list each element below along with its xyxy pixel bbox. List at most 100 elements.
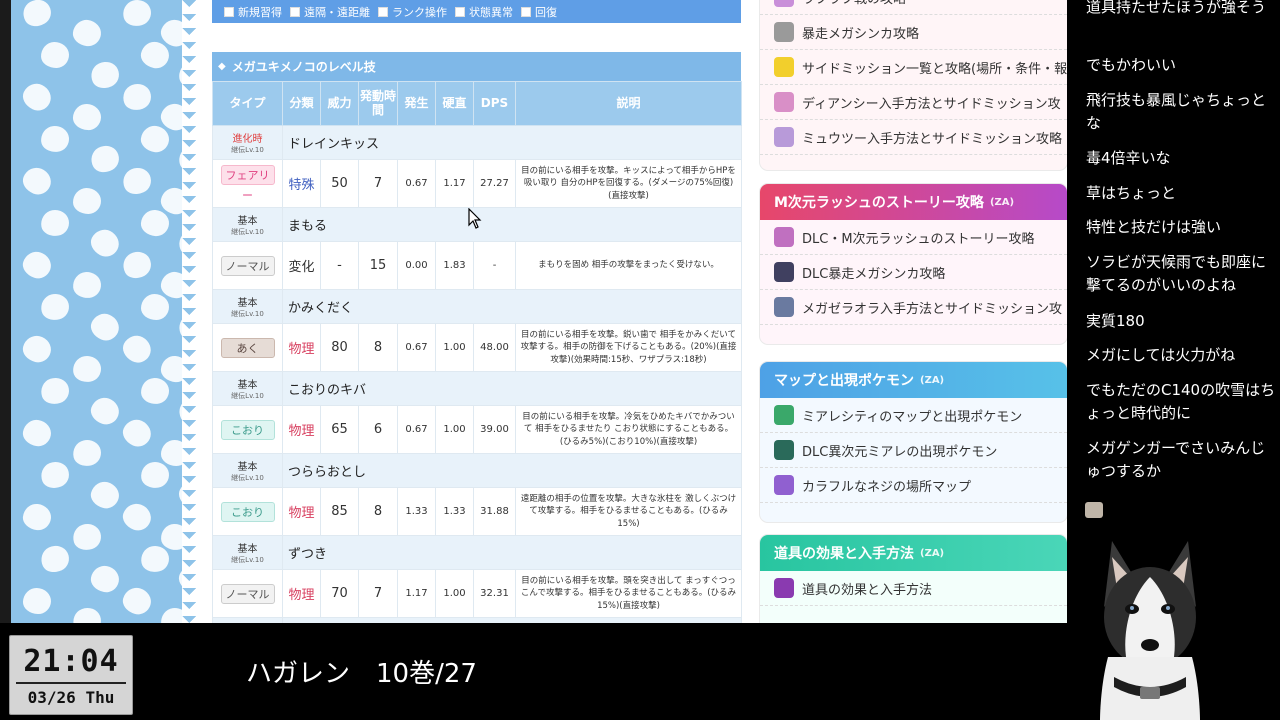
silhouette-icon	[19, 163, 55, 199]
type-badge[interactable]: ノーマル	[220, 583, 275, 604]
sidebar-link-label: ラブラブ戦の攻略	[802, 0, 906, 7]
move-activation-time: 8	[358, 323, 398, 372]
sidebar-link[interactable]: サイドミッション一覧と攻略(場所・条件・報	[760, 50, 1067, 85]
sidebar-link[interactable]: ミアレシティのマップと出現ポケモン	[760, 398, 1067, 433]
level-moves-table: タイプ 分類 威力 発動時間 発生 硬直 DPS 説明 進化時 継伝Lv.10 ドレ…	[212, 81, 742, 623]
silhouette-icon	[38, 207, 72, 239]
move-category: 物理	[288, 342, 315, 357]
category-cell: 物理	[282, 569, 321, 618]
col-header-power: 威力	[320, 81, 359, 126]
chat-message: でもかわいい	[1086, 56, 1177, 74]
move-power: -	[320, 241, 359, 290]
learn-condition: 基本 継伝Lv.10	[212, 289, 283, 324]
silhouette-icon	[72, 187, 102, 215]
filter-checkbox[interactable]	[224, 6, 234, 17]
sidebar-link[interactable]: 道具の効果と入手方法	[760, 571, 1067, 606]
move-name[interactable]: ずつき	[282, 535, 742, 570]
type-badge[interactable]: こおり	[220, 501, 275, 522]
silhouette-icon	[37, 457, 73, 493]
type-badge[interactable]: ノーマル	[220, 255, 275, 276]
move-name[interactable]: つららおとし	[282, 453, 742, 488]
sidebar-link[interactable]: ディアンシー入手方法とサイドミッション攻	[760, 85, 1067, 120]
silhouette-icon	[139, 124, 171, 154]
learn-level: 継伝Lv.10	[231, 146, 264, 154]
move-dps: 32.31	[473, 569, 516, 618]
sidebar-link-label: DLC・M次元ラッシュのストーリー攻略	[802, 231, 1035, 247]
pokemon-icon	[774, 262, 794, 282]
move-recovery: 1.00	[435, 569, 474, 618]
learn-condition-label: 基本	[237, 298, 258, 309]
story-guide-card: M次元ラッシュのストーリー攻略 (ZA) DLC・M次元ラッシュのストーリー攻略…	[760, 184, 1067, 344]
map-guide-heading[interactable]: マップと出現ポケモン (ZA)	[760, 362, 1067, 398]
learn-condition: 進化時 継伝Lv.10	[212, 125, 283, 160]
sidebar-link-label: DLC暴走メガシンカ攻略	[802, 266, 946, 282]
guide-page: 新規習得 遠隔・遠距離 ランク操作 状態異常 回復 ◆ メガユキメノコのレベル技 タイプ…	[196, 0, 1067, 623]
type-cell: こおり	[212, 405, 283, 454]
move-name[interactable]: こおりのキバ	[282, 371, 742, 406]
filter-option[interactable]: 新規習得	[224, 4, 282, 20]
filter-label: 遠隔・遠距離	[304, 5, 370, 19]
move-filter-bar: 新規習得 遠隔・遠距離 ランク操作 状態異常 回復	[212, 0, 741, 23]
map-guide-title: マップと出現ポケモン	[774, 373, 914, 389]
move-category: 物理	[288, 588, 315, 603]
level-moves-title: メガユキメノコのレベル技	[231, 60, 376, 74]
move-name[interactable]: かみくだく	[282, 289, 742, 324]
move-category: 特殊	[288, 178, 315, 193]
move-startup: 0.67	[397, 323, 436, 372]
story-guide-heading[interactable]: M次元ラッシュのストーリー攻略 (ZA)	[760, 184, 1067, 220]
za-tag: (ZA)	[989, 196, 1015, 208]
type-cell: ノーマル	[212, 569, 283, 618]
type-badge[interactable]: あく	[220, 337, 275, 358]
silhouette-icon	[118, 163, 156, 199]
learn-condition: 基本 継伝Lv.10	[212, 453, 283, 488]
move-data-row: こおり 物理 85 8 1.33 1.33 31.88 遠距離の相手の位置を攻撃。大きな氷柱を…	[212, 487, 742, 536]
filter-option[interactable]: 遠隔・遠距離	[290, 4, 370, 20]
filter-checkbox[interactable]	[455, 6, 465, 17]
sidebar-link[interactable]: カラフルなネジの場所マップ	[760, 468, 1067, 503]
learn-level: 継伝Lv.10	[231, 474, 264, 482]
silhouette-icon	[71, 270, 103, 300]
filter-option[interactable]: 回復	[521, 4, 557, 20]
category-cell: 物理	[282, 323, 321, 372]
type-badge[interactable]: フェアリー	[220, 165, 275, 202]
sidebar-link-label: ミュウツー入手方法とサイドミッション攻略	[802, 131, 1063, 147]
silhouette-icon	[119, 584, 155, 618]
sidebar-link[interactable]: DLC異次元ミアレの出現ポケモン	[760, 433, 1067, 468]
level-moves-header: ◆ メガユキメノコのレベル技	[212, 52, 741, 81]
type-cell: あく	[212, 323, 283, 372]
za-tag: (ZA)	[920, 374, 945, 386]
pikachu-icon	[774, 57, 794, 77]
move-data-row: フェアリー 特殊 50 7 0.67 1.17 27.27 目の前にいる相手を攻撃。キッスによ…	[212, 159, 742, 208]
filter-checkbox[interactable]	[521, 6, 531, 17]
sidebar-link[interactable]: DLC・M次元ラッシュのストーリー攻略	[760, 220, 1067, 255]
clock-date: 03/26 Thu	[27, 688, 115, 707]
chat-message: 毒4倍辛いな	[1086, 149, 1171, 167]
sidebar-link[interactable]: メガゼラオラ入手方法とサイドミッション攻	[760, 290, 1067, 325]
zigzag-border	[182, 0, 196, 623]
sidebar-link[interactable]: ミュウツー入手方法とサイドミッション攻略	[760, 120, 1067, 155]
items-guide-heading[interactable]: 道具の効果と入手方法 (ZA)	[760, 535, 1067, 571]
sidebar-link[interactable]: ラブラブ戦の攻略	[760, 0, 1067, 15]
webcam-husky-avatar	[1100, 541, 1200, 720]
learn-level: 継伝Lv.10	[231, 228, 264, 236]
move-name[interactable]: まもる	[282, 207, 742, 242]
filter-checkbox[interactable]	[378, 6, 388, 17]
filter-option[interactable]: 状態異常	[455, 4, 513, 20]
col-header-description: 説明	[515, 81, 742, 126]
clock-widget: 21:04 03/26 Thu	[9, 635, 133, 715]
filter-label: ランク操作	[392, 5, 447, 19]
move-dps: 48.00	[473, 323, 516, 372]
move-startup: 0.67	[397, 159, 436, 208]
pokemon-silhouette-pattern	[11, 0, 196, 623]
silhouette-icon	[22, 587, 52, 615]
silhouette-icon	[40, 41, 70, 69]
items-guide-card: 道具の効果と入手方法 (ZA) 道具の効果と入手方法	[760, 535, 1067, 623]
type-badge[interactable]: こおり	[220, 419, 275, 440]
move-name[interactable]: ドレインキッス	[282, 125, 742, 160]
sidebar-link[interactable]: 暴走メガシンカ攻略	[760, 15, 1067, 50]
filter-option[interactable]: ランク操作	[378, 4, 447, 20]
sidebar-link[interactable]: DLC暴走メガシンカ攻略	[760, 255, 1067, 290]
filter-checkbox[interactable]	[290, 6, 300, 17]
learn-condition: 基本 継伝Lv.10	[212, 535, 283, 570]
silhouette-icon	[87, 309, 123, 345]
